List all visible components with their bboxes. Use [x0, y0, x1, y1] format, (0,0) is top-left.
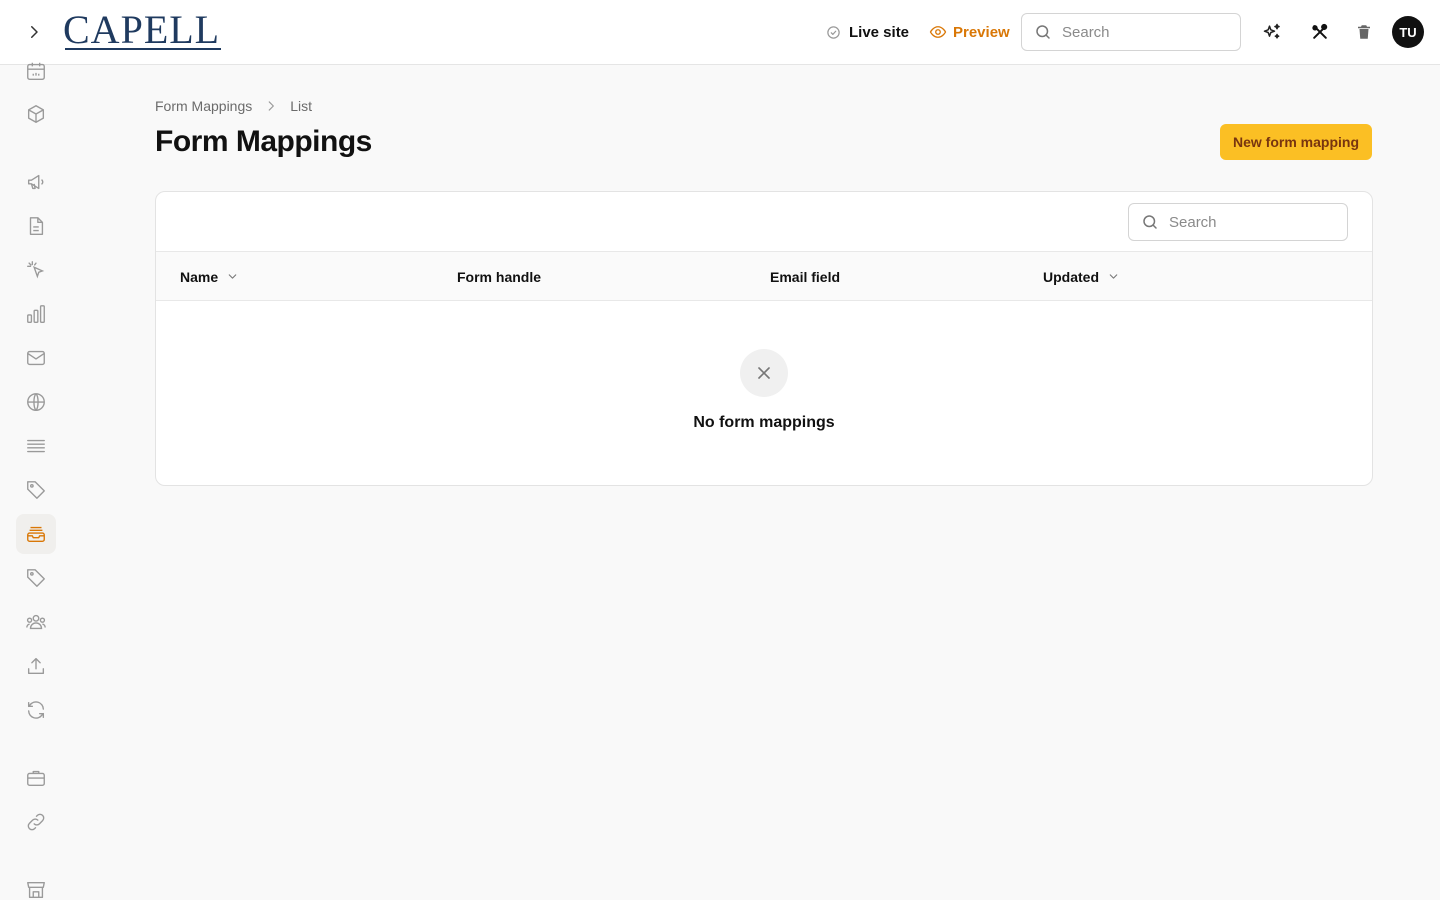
globe-icon [27, 393, 45, 411]
global-search-input[interactable] [1062, 23, 1212, 41]
search-icon [1036, 25, 1050, 39]
chevron-down-icon [228, 274, 237, 279]
sidebar-item-interactions[interactable] [16, 250, 56, 290]
column-header-label: Name [180, 268, 219, 285]
sidebar-item-users[interactable] [16, 602, 56, 642]
link-icon [27, 813, 45, 831]
eye-icon [929, 26, 947, 38]
tools-button[interactable] [1308, 20, 1332, 44]
chevron-down-icon [1109, 274, 1118, 279]
megaphone-icon [27, 174, 44, 190]
sidebar-item-calendar[interactable] [16, 51, 56, 91]
cube-icon [27, 105, 45, 123]
column-header-label: Form handle [457, 268, 542, 285]
list-icon [27, 439, 45, 453]
cursor-click-icon [27, 261, 45, 279]
form-mappings-table: Name Form handle Email field Updated No … [155, 191, 1373, 486]
sidebar-item-briefcase[interactable] [16, 758, 56, 798]
search-icon [1143, 215, 1157, 229]
live-site-link[interactable]: Live site [826, 22, 909, 42]
chevron-right-icon [268, 101, 275, 111]
sparkles-icon [1263, 23, 1280, 39]
breadcrumb-current: List [290, 98, 313, 114]
store-icon [27, 881, 45, 899]
chevron-right-icon [31, 26, 38, 38]
sidebar-item-reports[interactable] [16, 294, 56, 334]
ai-sparkles-button[interactable] [1260, 20, 1284, 44]
trash-icon [1358, 25, 1370, 39]
inbox-stack-icon [27, 526, 45, 543]
trash-button[interactable] [1352, 20, 1376, 44]
sidebar-item-sites[interactable] [16, 382, 56, 422]
preview-label: Preview [953, 23, 1010, 41]
upload-icon [27, 657, 45, 675]
sidebar [0, 62, 72, 900]
empty-state-text: No form mappings [693, 414, 835, 431]
top-bar: CAPELL Live site Preview TU [0, 0, 1440, 65]
breadcrumb-parent[interactable]: Form Mappings [155, 98, 252, 114]
column-header-label: Email field [770, 268, 841, 285]
logo-underline [65, 48, 221, 50]
empty-state: No form mappings [156, 302, 1372, 485]
sidebar-item-form-mappings[interactable] [16, 514, 56, 554]
table-toolbar [156, 192, 1372, 252]
sidebar-item-store[interactable] [16, 870, 56, 900]
empty-state-icon-wrap [740, 349, 788, 397]
sidebar-item-products[interactable] [16, 94, 56, 134]
document-icon [29, 217, 44, 235]
column-header-label: Updated [1043, 268, 1099, 285]
expand-sidebar-button[interactable] [20, 18, 48, 46]
table-search[interactable] [1128, 203, 1348, 241]
briefcase-icon [27, 770, 45, 787]
wrench-screwdriver-icon [1312, 23, 1328, 39]
logo[interactable]: CAPELL [63, 10, 223, 52]
column-header-email-field: Email field [770, 252, 840, 301]
table-search-input[interactable] [1169, 213, 1319, 231]
check-circle-icon [827, 25, 840, 39]
sidebar-item-tags[interactable] [16, 470, 56, 510]
tag-icon [27, 569, 45, 587]
x-mark-icon [758, 367, 770, 379]
sidebar-item-import[interactable] [16, 646, 56, 686]
page-title: Form Mappings [155, 125, 372, 158]
breadcrumb: Form Mappings List [155, 96, 312, 116]
sidebar-item-tags-2[interactable] [16, 558, 56, 598]
new-form-mapping-button[interactable]: New form mapping [1220, 124, 1372, 160]
sidebar-item-sync[interactable] [16, 690, 56, 730]
refresh-icon [27, 701, 45, 719]
bar-chart-icon [27, 305, 45, 323]
table-header: Name Form handle Email field Updated [156, 252, 1372, 301]
users-icon [26, 614, 46, 630]
logo-text: CAPELL [63, 7, 221, 52]
global-search[interactable] [1021, 13, 1241, 51]
column-header-form-handle: Form handle [457, 252, 541, 301]
sidebar-item-links[interactable] [16, 802, 56, 842]
sidebar-item-lists[interactable] [16, 426, 56, 466]
column-header-updated[interactable]: Updated [1043, 252, 1120, 301]
calendar-icon [27, 62, 45, 80]
user-avatar[interactable]: TU [1392, 16, 1424, 48]
sidebar-item-mail[interactable] [16, 338, 56, 378]
mail-icon [27, 350, 45, 366]
tag-icon [27, 481, 45, 499]
sidebar-item-pages[interactable] [16, 206, 56, 246]
column-header-name[interactable]: Name [180, 252, 239, 301]
preview-link[interactable]: Preview [929, 22, 1010, 42]
live-site-label: Live site [849, 23, 910, 41]
sidebar-item-campaigns[interactable] [16, 162, 56, 202]
